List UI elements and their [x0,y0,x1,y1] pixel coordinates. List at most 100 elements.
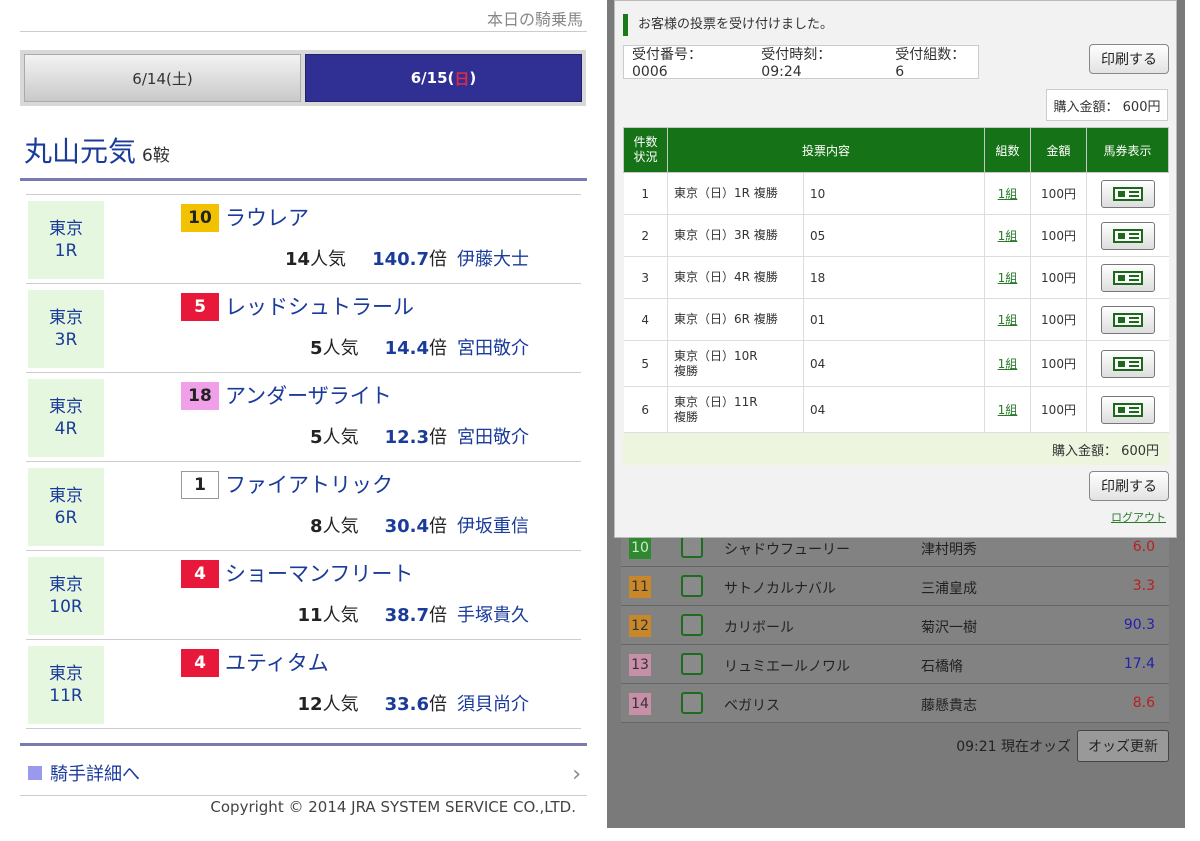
bet-ticket-cell [1086,214,1169,257]
trainer-name[interactable]: 須貝尚介 [457,694,529,715]
ride-count: 6鞍 [142,146,170,166]
horse-stats: 12人気 33.6倍 須貝尚介 [298,690,529,716]
jockey-header: 丸山元気 6鞍 [24,130,170,170]
bet-kumi-link[interactable]: 1組 [998,357,1018,371]
bet-kumi-link[interactable]: 1組 [998,187,1018,201]
race-button[interactable]: 東京 4R [28,379,104,457]
race-button[interactable]: 東京 6R [28,468,104,546]
bet-horse: 01 [803,298,985,341]
race-venue: 東京 [49,219,83,239]
select-checkbox[interactable] [681,692,703,714]
ticket-view-button[interactable] [1100,179,1155,208]
trainer-name[interactable]: 宮田敬介 [457,338,529,359]
popularity-rank: 5 [310,427,323,448]
horse-number: 11 [629,576,651,598]
ticket-icon [1112,402,1143,417]
odds-unit: 倍 [429,338,447,359]
ticket-view-button[interactable] [1100,395,1155,424]
bet-amount: 100円 [1030,386,1087,433]
odds-row: 13 リュミエールノワル 石橋脩 17.4 [621,645,1169,684]
ticket-view-button[interactable] [1100,305,1155,334]
jockey-name: 津村明秀 [921,542,977,558]
ticket-view-button[interactable] [1100,263,1155,292]
print-button-top[interactable]: 印刷する [1089,44,1169,74]
odds-unit: 倍 [429,694,447,715]
odds-unit: 倍 [429,516,447,537]
race-button[interactable]: 東京 1R [28,201,104,279]
horse-name: カリボール [724,620,794,636]
select-checkbox[interactable] [681,536,703,558]
race-row: 東京 3R 5 レッドシュトラール 5人気 14.4倍 宮田敬介 [26,284,581,373]
horse-number-badge: 18 [181,382,219,410]
tab-label: 6/14(土) [132,69,193,88]
odds-value: 17.4 [1123,656,1155,672]
horse-name[interactable]: ファイアトリック [225,469,393,499]
ticket-view-button[interactable] [1100,221,1155,250]
race-button[interactable]: 東京 10R [28,557,104,635]
top-section-header: 本日の騎乗馬 [20,0,587,32]
trainer-name[interactable]: 宮田敬介 [457,427,529,448]
odds-update-button[interactable]: オッズ更新 [1077,730,1169,762]
odds-value: 6.0 [1132,539,1155,555]
jockey-name: 三浦皇成 [921,581,977,597]
horse-name[interactable]: ユティタム [225,647,329,677]
race-button[interactable]: 東京 3R [28,290,104,368]
logout-link[interactable]: ログアウト [1111,509,1166,525]
odds-value: 33.6 [384,694,429,715]
odds-value: 12.3 [384,427,429,448]
bet-horse: 04 [803,340,985,387]
purchase-total-top: 購入金額： 600円 [1046,89,1168,121]
popularity-unit: 人気 [310,249,347,270]
bet-row: 3 東京（日）4R 複勝 18 1組 100円 [623,256,1169,299]
select-checkbox[interactable] [681,653,703,675]
bet-kumi-link[interactable]: 1組 [998,313,1018,327]
horse-name[interactable]: ラウレア [225,202,309,232]
bet-kumi-link[interactable]: 1組 [998,229,1018,243]
receipt-count: 受付組数： 6 [895,47,966,80]
horse-name: ベガリス [724,698,780,714]
jockey-name: 菊沢一樹 [921,620,977,636]
top-section-title: 本日の騎乗馬 [486,10,583,29]
horse-stats: 11人気 38.7倍 手塚貴久 [298,601,529,627]
tab-date-6-14[interactable]: 6/14(土) [24,54,301,102]
race-number: 6R [54,508,78,528]
receipt-time: 受付時刻： 09:24 [761,47,832,80]
trainer-name[interactable]: 伊藤大士 [457,249,529,270]
bet-horse: 04 [803,386,985,433]
bet-kumi-link[interactable]: 1組 [998,403,1018,417]
jockey-name: 丸山元気 [24,135,137,168]
trainer-name[interactable]: 手塚貴久 [457,605,529,626]
race-number: 1R [54,241,78,261]
bet-kumi-link[interactable]: 1組 [998,271,1018,285]
odds-row: 11 サトノカルナバル 三浦皇成 3.3 [621,567,1169,606]
trainer-name[interactable]: 伊坂重信 [457,516,529,537]
odds-unit: 倍 [429,605,447,626]
popularity-rank: 14 [285,249,311,270]
bet-amount: 100円 [1030,214,1087,257]
date-tabs: 6/14(土) 6/15(日) [20,50,586,106]
vote-confirmation-dialog: お客様の投票を受け付けました。 受付番号： 0006 受付時刻： 09:24 受… [614,0,1177,538]
print-button-bottom[interactable]: 印刷する [1089,471,1169,501]
header-kumi: 組数 [984,127,1031,173]
select-checkbox[interactable] [681,575,703,597]
horse-name[interactable]: レッドシュトラール [225,291,414,321]
header-content: 投票内容 [667,127,985,173]
race-button[interactable]: 東京 11R [28,646,104,724]
horse-number: 14 [629,693,651,715]
jockey-name: 石橋脩 [921,659,963,675]
jockey-detail-link[interactable]: 騎手詳細へ › [20,750,587,796]
dialog-title: お客様の投票を受け付けました。 [623,14,833,36]
horse-name[interactable]: アンダーザライト [225,380,392,410]
bet-ticket-cell [1086,298,1169,341]
select-checkbox[interactable] [681,614,703,636]
bet-race: 東京（日）4R 複勝 [667,256,804,299]
bet-ticket-cell [1086,340,1169,387]
bet-row: 5 東京（日）10R 複勝 04 1組 100円 [623,340,1169,387]
ticket-view-button[interactable] [1100,349,1155,378]
horse-name[interactable]: ショーマンフリート [225,558,413,588]
tab-date-6-15[interactable]: 6/15(日) [305,54,582,102]
bet-race: 東京（日）6R 複勝 [667,298,804,341]
jockey-detail-label: 騎手詳細へ [50,763,140,785]
odds-value: 3.3 [1132,578,1155,594]
bet-row: 4 東京（日）6R 複勝 01 1組 100円 [623,298,1169,341]
